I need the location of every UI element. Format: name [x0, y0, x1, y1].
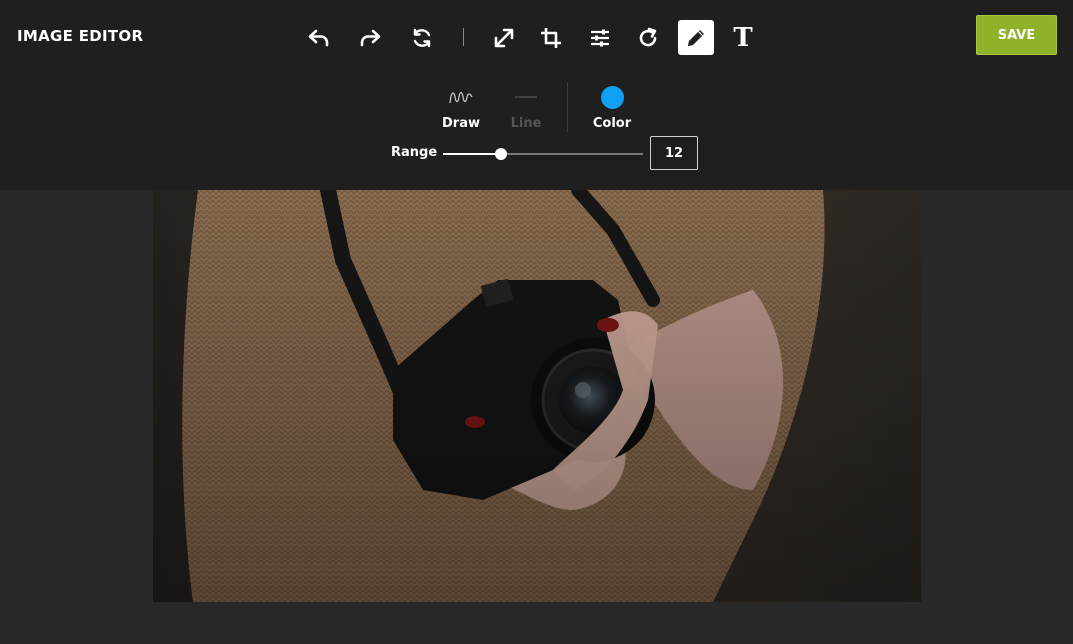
redo-icon — [360, 29, 381, 46]
adjust-button[interactable] — [582, 20, 618, 55]
rotate-button[interactable] — [630, 20, 666, 55]
draw-mode-free[interactable]: Draw — [431, 84, 491, 131]
save-button[interactable]: SAVE — [976, 15, 1057, 55]
draw-label: Draw — [442, 116, 480, 131]
line-label: Line — [510, 116, 542, 131]
resize-icon — [494, 28, 514, 47]
range-slider[interactable] — [443, 148, 643, 160]
editor-toolbar: IMAGE EDITOR T SAVE Draw Line Color Rang… — [0, 0, 1073, 190]
undo-icon — [308, 29, 329, 46]
text-button[interactable]: T — [725, 20, 761, 55]
range-value-input[interactable] — [650, 136, 698, 170]
straight-line-icon — [515, 96, 537, 98]
crop-icon — [541, 27, 561, 48]
canvas-photo — [153, 190, 921, 602]
app-title: IMAGE EDITOR — [17, 27, 144, 45]
color-picker[interactable]: Color — [582, 84, 642, 131]
panel-divider — [567, 82, 568, 132]
draw-button[interactable] — [678, 20, 714, 55]
reset-icon — [413, 28, 431, 47]
undo-button[interactable] — [301, 20, 337, 55]
reset-button[interactable] — [404, 20, 440, 55]
color-label: Color — [592, 116, 632, 131]
crop-button[interactable] — [533, 20, 569, 55]
draw-mode-line[interactable]: Line — [496, 84, 556, 131]
pencil-icon — [688, 29, 704, 46]
image-canvas[interactable] — [153, 190, 921, 602]
rotate-icon — [639, 27, 657, 46]
sliders-icon — [591, 29, 609, 46]
freehand-wave-icon — [449, 91, 473, 104]
text-icon: T — [733, 22, 753, 53]
toolbar-divider — [463, 28, 464, 46]
redo-button[interactable] — [352, 20, 388, 55]
range-slider-thumb[interactable] — [495, 148, 507, 160]
resize-button[interactable] — [486, 20, 522, 55]
range-label: Range — [391, 145, 438, 160]
color-swatch[interactable] — [600, 85, 624, 109]
range-slider-fill — [443, 153, 501, 155]
